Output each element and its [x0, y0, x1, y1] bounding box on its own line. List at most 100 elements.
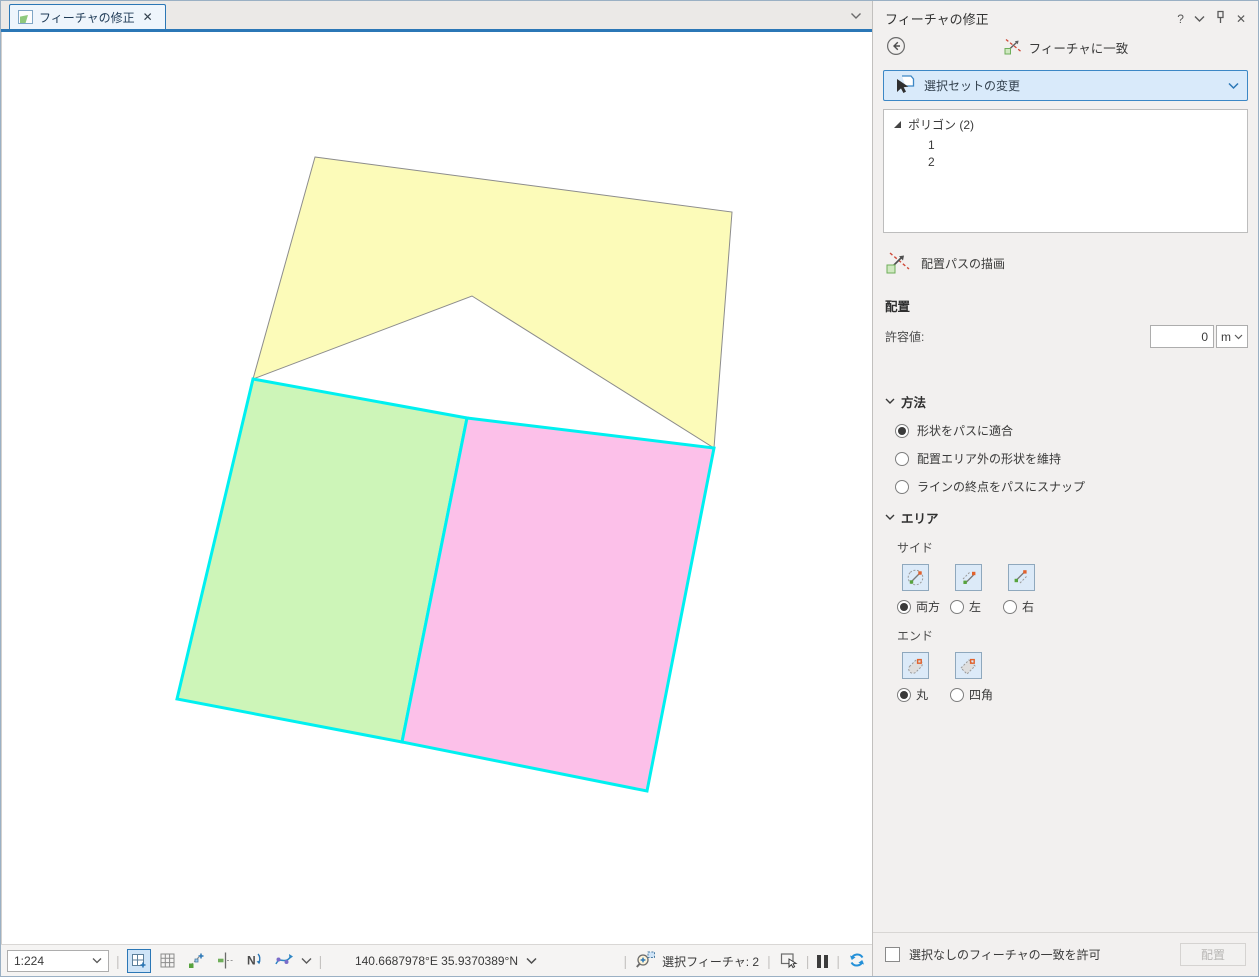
separator: |: [317, 953, 325, 969]
end-round-button[interactable]: [902, 652, 929, 679]
tolerance-row: 許容値: m: [883, 325, 1248, 348]
map-canvas[interactable]: [2, 32, 872, 944]
tolerance-label: 許容値:: [885, 328, 1150, 345]
refresh-icon[interactable]: [848, 951, 866, 972]
map-document: フィーチャの修正 ✕ 1:224 |: [1, 1, 872, 976]
side-right-button[interactable]: [1008, 564, 1035, 591]
tolerance-input[interactable]: [1150, 325, 1214, 348]
radio-end-round[interactable]: [897, 688, 911, 702]
allow-unselected-label: 選択なしのフィーチャの一致を許可: [909, 946, 1101, 963]
end-square-icon: [958, 655, 979, 676]
zoom-to-selection-icon[interactable]: [635, 950, 656, 972]
svg-text:N: N: [247, 954, 256, 968]
editing-tools-chevron-icon[interactable]: [301, 954, 312, 968]
radio-end-square[interactable]: [950, 688, 964, 702]
back-button[interactable]: [885, 35, 907, 57]
north-icon: N: [245, 951, 264, 970]
matched-features-list[interactable]: ポリゴン (2) 1 2: [883, 109, 1248, 233]
radio-snap-ends-label: ラインの終点をパスにスナップ: [917, 478, 1085, 495]
radio-side-right-label: 右: [1022, 598, 1034, 615]
method-collapse-icon[interactable]: [885, 398, 895, 405]
selection-set-dropdown[interactable]: 選択セットの変更: [883, 70, 1248, 101]
back-arrow-icon: [886, 36, 906, 56]
draw-path-label: 配置パスの描画: [921, 255, 1005, 272]
map-view[interactable]: [1, 32, 872, 944]
selected-features-count[interactable]: 選択フィーチャ: 2: [662, 953, 759, 970]
area-collapse-icon[interactable]: [885, 514, 895, 521]
radio-fit-shape-label: 形状をパスに適合: [917, 422, 1013, 439]
side-left-button[interactable]: [955, 564, 982, 591]
radio-fit-shape[interactable]: [895, 424, 909, 438]
pane-close-icon[interactable]: ✕: [1236, 12, 1246, 26]
coordinates-chevron-icon[interactable]: [526, 957, 537, 965]
map-status-bar: 1:224 |: [1, 944, 872, 976]
radio-side-right[interactable]: [1003, 600, 1017, 614]
tabstrip-chevron-down-icon[interactable]: [850, 9, 862, 23]
coordinate-readout[interactable]: 140.6687978°E 35.9370389°N: [331, 945, 561, 977]
tab-close-icon[interactable]: ✕: [141, 10, 155, 24]
separator: |: [621, 953, 629, 969]
match-features-icon: [1003, 36, 1023, 58]
radio-side-left-label: 左: [969, 598, 981, 615]
method-option-row[interactable]: 配置エリア外の形状を維持: [883, 450, 1248, 467]
radio-side-left[interactable]: [950, 600, 964, 614]
tolerance-unit-value: m: [1221, 330, 1231, 344]
coordinates-text: 140.6687978°E 35.9370389°N: [355, 954, 518, 968]
modify-features-pane: フィーチャの修正 ? ✕: [872, 1, 1258, 976]
area-section-header[interactable]: エリア: [883, 508, 1248, 527]
pane-menu-chevron-icon[interactable]: [1194, 12, 1205, 26]
map-tab-title: フィーチャの修正: [39, 9, 135, 26]
method-option-row[interactable]: 形状をパスに適合: [883, 422, 1248, 439]
end-label: エンド: [883, 627, 1248, 644]
snapping-toggle-button[interactable]: [127, 949, 151, 973]
vertex-snap-button[interactable]: [214, 949, 238, 973]
end-round-icon: [905, 655, 926, 676]
help-icon[interactable]: ?: [1177, 12, 1184, 26]
side-options: 両方 左: [883, 564, 1248, 615]
grid-toggle-button[interactable]: [156, 949, 180, 973]
map-view-tab[interactable]: フィーチャの修正 ✕: [9, 4, 166, 29]
edit-sketch-button[interactable]: [185, 949, 209, 973]
radio-keep-shape[interactable]: [895, 452, 909, 466]
tree-root-label: ポリゴン (2): [908, 116, 974, 133]
pane-footer: 選択なしのフィーチャの一致を許可 配置: [873, 932, 1258, 976]
north-align-button[interactable]: N: [243, 949, 267, 973]
radio-side-both[interactable]: [897, 600, 911, 614]
end-options: 丸 四角: [883, 652, 1248, 703]
separator: |: [765, 953, 773, 969]
draw-alignment-path-button[interactable]: 配置パスの描画: [883, 250, 1248, 276]
pause-drawing-icon[interactable]: [817, 955, 828, 968]
radio-snap-ends[interactable]: [895, 480, 909, 494]
scale-chevron-down-icon[interactable]: [92, 957, 102, 964]
side-both-button[interactable]: [902, 564, 929, 591]
side-both-icon: [905, 567, 926, 588]
unit-chevron-icon: [1234, 334, 1243, 340]
pane-header: フィーチャの修正 ? ✕: [883, 1, 1248, 28]
separator: |: [804, 953, 812, 969]
dropdown-chevron-icon[interactable]: [1228, 82, 1239, 90]
selection-status-group: | 選択フィーチャ: 2 | |: [621, 945, 866, 977]
tool-title: フィーチャに一致: [1029, 38, 1129, 57]
end-square-button[interactable]: [955, 652, 982, 679]
tree-node-polygon[interactable]: ポリゴン (2): [884, 110, 1247, 135]
side-label: サイド: [883, 539, 1248, 556]
tree-expanded-icon[interactable]: [894, 121, 901, 128]
radio-keep-shape-label: 配置エリア外の形状を維持: [917, 450, 1061, 467]
tolerance-unit-dropdown[interactable]: m: [1216, 325, 1248, 348]
side-left-icon: [958, 567, 979, 588]
trace-mode-button[interactable]: [272, 949, 296, 973]
method-heading: 方法: [901, 392, 926, 411]
snapping-icon: [130, 952, 148, 970]
tree-item-1[interactable]: 1: [884, 135, 1247, 152]
method-section-header[interactable]: 方法: [883, 392, 1248, 411]
radio-side-both-label: 両方: [916, 598, 940, 615]
allow-unselected-checkbox[interactable]: [885, 947, 900, 962]
select-tool-icon[interactable]: [779, 951, 798, 972]
tree-item-2[interactable]: 2: [884, 152, 1247, 169]
scale-combobox[interactable]: 1:224: [7, 950, 109, 972]
pin-icon[interactable]: [1215, 10, 1226, 27]
apply-button[interactable]: 配置: [1180, 943, 1246, 966]
pane-title: フィーチャの修正: [885, 9, 1177, 28]
method-option-row[interactable]: ラインの終点をパスにスナップ: [883, 478, 1248, 495]
tool-header-row: フィーチャに一致: [883, 32, 1248, 62]
